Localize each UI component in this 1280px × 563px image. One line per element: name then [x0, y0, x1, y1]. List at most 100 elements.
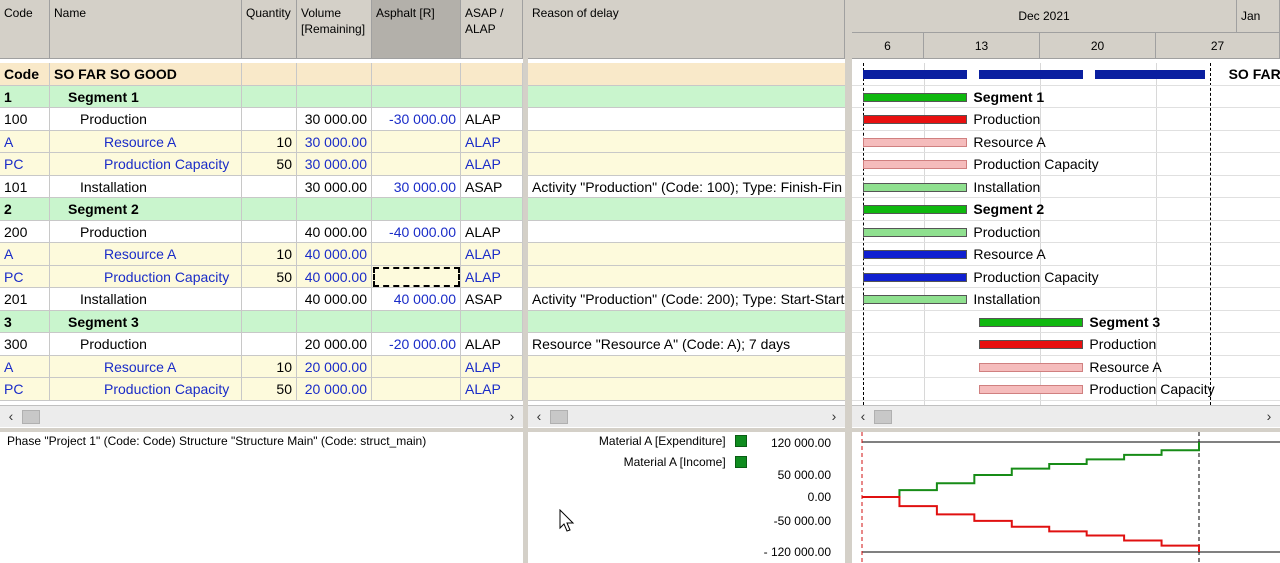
cell-reason[interactable]: Activity "Production" (Code: 100); Type:… [528, 176, 845, 198]
cell-asphalt[interactable] [372, 198, 461, 220]
scroll-left-arrow[interactable]: ‹ [854, 406, 872, 428]
table-row[interactable]: 1 Segment 1 [0, 85, 523, 108]
cell-asphalt[interactable]: 40 000.00 [372, 288, 461, 310]
cell-vol[interactable]: 20 000.00 [297, 333, 372, 355]
cell-asap[interactable] [461, 63, 523, 85]
cell-code[interactable]: 201 [0, 288, 50, 310]
table-row[interactable]: 3 Segment 3 [0, 310, 523, 333]
cell-qty[interactable]: 10 [242, 243, 297, 265]
cell-asphalt[interactable]: -30 000.00 [372, 108, 461, 130]
gantt-bar[interactable] [979, 385, 1084, 394]
cell-code[interactable]: PC [0, 153, 50, 175]
cell-name[interactable]: Segment 1 [50, 85, 242, 108]
cell-qty[interactable] [242, 310, 297, 333]
cell-qty[interactable] [242, 198, 297, 220]
scroll-right-arrow[interactable]: › [825, 406, 843, 428]
gantt-bar[interactable] [863, 227, 968, 237]
cell-name[interactable]: SO FAR SO GOOD [50, 63, 242, 85]
cell-name[interactable]: Resource A [50, 243, 242, 265]
scroll-right-arrow[interactable]: › [503, 406, 521, 428]
cell-qty[interactable]: 50 [242, 378, 297, 400]
cell-asphalt[interactable] [372, 355, 461, 378]
cell-name[interactable]: Resource A [50, 130, 242, 153]
cell-asphalt[interactable]: -40 000.00 [372, 220, 461, 243]
cell-asap[interactable]: ALAP [461, 243, 523, 265]
table-row[interactable] [528, 310, 845, 333]
gantt-hscrollbar[interactable]: ‹ › [852, 405, 1280, 427]
col-header-code[interactable]: Code [0, 0, 50, 59]
cell-qty[interactable]: 50 [242, 265, 297, 288]
cell-asphalt[interactable] [372, 85, 461, 108]
cell-reason[interactable] [528, 63, 845, 85]
cell-reason[interactable] [528, 86, 845, 108]
table-row[interactable]: 100 Production 30 000.00 -30 000.00 ALAP [0, 108, 523, 131]
cell-name[interactable]: Segment 2 [50, 198, 242, 220]
table-row[interactable]: 200 Production 40 000.00 -40 000.00 ALAP [0, 220, 523, 243]
cell-vol[interactable]: 40 000.00 [297, 288, 372, 310]
cell-code[interactable]: A [0, 355, 50, 378]
cell-qty[interactable] [242, 175, 297, 198]
gantt-bar[interactable] [863, 160, 968, 169]
table-row[interactable]: A Resource A 10 20 000.00 ALAP [0, 355, 523, 378]
cell-code[interactable]: A [0, 243, 50, 265]
table-row[interactable] [528, 153, 845, 176]
cell-asap[interactable]: ALAP [461, 153, 523, 175]
cell-vol[interactable]: 30 000.00 [297, 153, 372, 175]
table-row[interactable]: Activity "Production" (Code: 100); Type:… [528, 175, 845, 198]
gantt-bar[interactable] [979, 340, 1084, 349]
gantt-bar[interactable] [979, 70, 1084, 79]
table-row[interactable]: 300 Production 20 000.00 -20 000.00 ALAP [0, 333, 523, 356]
cell-reason[interactable]: Activity "Production" (Code: 200); Type:… [528, 288, 845, 310]
cell-reason[interactable] [528, 153, 845, 175]
table-row[interactable]: 201 Installation 40 000.00 40 000.00 ASAP [0, 288, 523, 311]
cell-reason[interactable] [528, 378, 845, 400]
table-row[interactable] [528, 220, 845, 243]
cell-reason[interactable] [528, 243, 845, 265]
scroll-thumb[interactable] [550, 410, 568, 424]
cell-name[interactable]: Production Capacity [50, 153, 242, 175]
cell-reason[interactable]: Resource "Resource A" (Code: A); 7 days [528, 333, 845, 355]
table-row[interactable] [528, 243, 845, 266]
table-row[interactable]: PC Production Capacity 50 40 000.00 ALAP [0, 265, 523, 288]
cell-name[interactable]: Production Capacity [50, 265, 242, 288]
cell-reason[interactable] [528, 266, 845, 288]
table-row[interactable] [528, 265, 845, 288]
table-row[interactable] [528, 108, 845, 131]
table-row[interactable]: A Resource A 10 40 000.00 ALAP [0, 243, 523, 266]
cell-asap[interactable]: ASAP [461, 175, 523, 198]
cell-name[interactable]: Production [50, 333, 242, 355]
cell-name[interactable]: Production [50, 220, 242, 243]
cell-asphalt[interactable] [372, 130, 461, 153]
cell-name[interactable]: Installation [50, 288, 242, 310]
cell-asphalt[interactable]: -20 000.00 [372, 333, 461, 355]
table-row[interactable]: A Resource A 10 30 000.00 ALAP [0, 130, 523, 153]
table-row[interactable] [528, 378, 845, 401]
cell-reason[interactable] [528, 198, 845, 220]
col-header-reason[interactable]: Reason of delay [528, 0, 845, 59]
cell-asap[interactable] [461, 198, 523, 220]
cell-vol[interactable]: 30 000.00 [297, 130, 372, 153]
col-header-volume[interactable]: Volume [Remaining] [297, 0, 372, 59]
cell-code[interactable]: PC [0, 378, 50, 400]
cell-qty[interactable] [242, 108, 297, 130]
scroll-thumb[interactable] [874, 410, 892, 424]
cell-reason[interactable] [528, 108, 845, 130]
cell-code[interactable]: A [0, 130, 50, 153]
table-row[interactable]: PC Production Capacity 50 30 000.00 ALAP [0, 153, 523, 176]
gantt-bar[interactable] [863, 205, 968, 214]
gantt-bar[interactable] [979, 362, 1084, 372]
cell-reason[interactable] [528, 356, 845, 378]
cell-vol[interactable] [297, 310, 372, 333]
col-header-quantity[interactable]: Quantity [242, 0, 297, 59]
gantt-bar[interactable] [863, 250, 968, 259]
cell-asap[interactable]: ALAP [461, 355, 523, 378]
cell-name[interactable]: Production Capacity [50, 378, 242, 400]
cell-qty[interactable]: 10 [242, 355, 297, 378]
cell-asap[interactable]: ALAP [461, 265, 523, 288]
cell-asphalt[interactable] [372, 243, 461, 265]
cell-code[interactable]: 300 [0, 333, 50, 355]
col-header-asphalt[interactable]: Asphalt [R] [372, 0, 461, 59]
cell-asphalt[interactable]: 30 000.00 [372, 175, 461, 198]
cell-code[interactable]: 2 [0, 198, 50, 220]
cell-asphalt[interactable] [372, 153, 461, 175]
